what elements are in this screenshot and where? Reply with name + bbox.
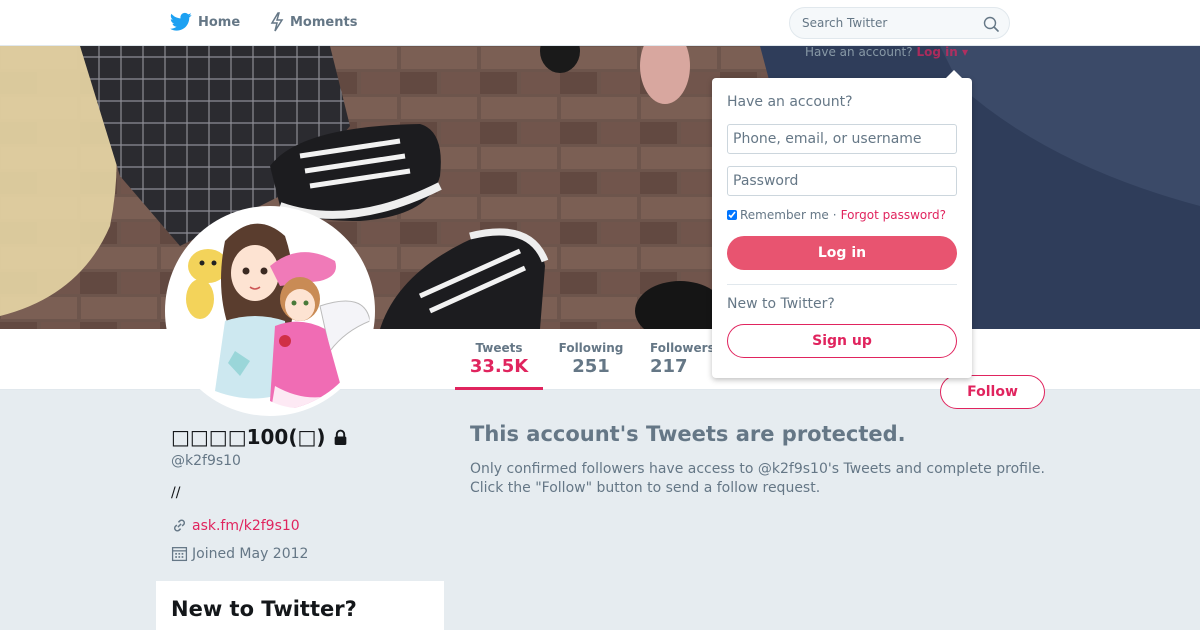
calendar-icon	[171, 547, 188, 562]
profile-url-link[interactable]: ask.fm/k2f9s10	[192, 518, 300, 534]
tweets-label: Tweets	[475, 341, 523, 355]
follow-button[interactable]: Follow	[940, 375, 1045, 409]
remember-row: Remember me · Forgot password?	[727, 208, 946, 222]
new-to-twitter-heading: New to Twitter?	[171, 597, 357, 621]
new-to-twitter-label: New to Twitter?	[727, 296, 835, 312]
lock-icon	[334, 429, 346, 445]
remember-me-checkbox[interactable]	[727, 210, 737, 220]
signup-button[interactable]: Sign up	[727, 324, 957, 358]
following-label: Following	[558, 341, 624, 355]
username-field[interactable]	[727, 124, 957, 154]
profile-display-name: □□□□100(□)	[171, 425, 326, 449]
new-to-twitter-card: New to Twitter?	[156, 581, 444, 630]
tab-tweets[interactable]: Tweets 33.5K	[455, 341, 543, 390]
protected-message-line1: Only confirmed followers have access to …	[470, 461, 1045, 477]
protected-message: Only confirmed followers have access to …	[470, 460, 1070, 498]
nav-moments-label: Moments	[290, 14, 358, 30]
profile-joined-date: Joined May 2012	[192, 545, 309, 562]
password-field[interactable]	[727, 166, 957, 196]
nav-moments[interactable]: Moments	[270, 12, 357, 32]
login-hint-prefix: Have an account?	[805, 45, 913, 59]
separator-dot: ·	[832, 208, 837, 222]
profile-bio: //	[171, 485, 181, 501]
search-box[interactable]	[789, 7, 1010, 39]
forgot-password-link[interactable]: Forgot password?	[841, 208, 946, 222]
profile-url-row: ask.fm/k2f9s10	[171, 517, 300, 534]
nav-home-label: Home	[198, 14, 241, 30]
following-count: 251	[572, 356, 610, 377]
dropdown-divider	[727, 284, 957, 285]
search-input[interactable]	[790, 8, 970, 38]
dropdown-caret	[946, 70, 962, 78]
protected-message-line2: Click the "Follow" button to send a foll…	[470, 480, 821, 496]
profile-display-name-row: □□□□100(□)	[171, 425, 349, 449]
remember-me-label[interactable]: Remember me	[740, 208, 829, 222]
lightning-icon	[270, 12, 284, 32]
tab-following[interactable]: Following 251	[550, 341, 632, 377]
top-navigation-bar: Home Moments	[0, 0, 1200, 46]
search-icon[interactable]	[983, 16, 999, 32]
avatar[interactable]	[165, 206, 375, 416]
login-button[interactable]: Log in	[727, 236, 957, 270]
login-hint: Have an account? Log in ▾	[805, 45, 968, 59]
login-heading: Have an account?	[727, 94, 853, 110]
profile-joined-row: Joined May 2012	[171, 545, 308, 562]
login-dropdown-toggle[interactable]: Log in ▾	[916, 45, 968, 59]
twitter-bird-icon	[170, 12, 192, 31]
link-icon	[174, 519, 185, 532]
login-dropdown: Have an account? Remember me · Forgot pa…	[712, 70, 972, 378]
nav-home[interactable]: Home	[170, 12, 240, 32]
tweets-count: 33.5K	[469, 356, 529, 377]
protected-title: This account's Tweets are protected.	[470, 422, 906, 446]
profile-handle[interactable]: @k2f9s10	[171, 453, 241, 469]
